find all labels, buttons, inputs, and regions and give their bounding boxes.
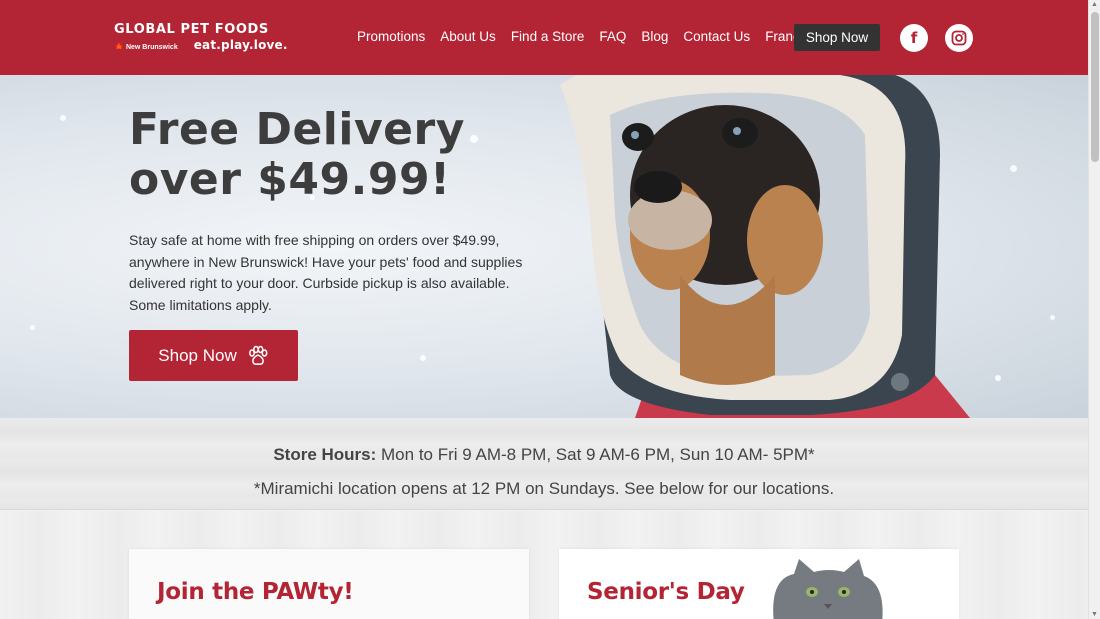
store-hours-label: Store Hours: <box>273 445 377 464</box>
store-hours: Store Hours: Mon to Fri 9 AM-8 PM, Sat 9… <box>0 445 1088 465</box>
site-header: GLOBAL PET FOODS 🍁 New Brunswick eat.pla… <box>0 0 1088 75</box>
snowflake <box>1010 165 1017 172</box>
hero-body: Stay safe at home with free shipping on … <box>129 232 523 313</box>
dog-photo <box>560 75 970 418</box>
scroll-up-arrow-icon[interactable]: ▲ <box>1091 1 1098 8</box>
hero-title-line2: over $49.99! <box>129 154 451 205</box>
cat-photo <box>773 559 883 619</box>
facebook-glyph: f <box>910 29 918 47</box>
snowflake <box>1050 315 1055 320</box>
hero-title: Free Delivery over $49.99! <box>129 105 465 205</box>
promo-card-seniors-day[interactable]: Senior's Day <box>559 549 959 619</box>
hero-shop-now-button[interactable]: Shop Now <box>129 330 298 381</box>
promo-card-title: Senior's Day <box>587 579 745 605</box>
store-hours-band: Store Hours: Mon to Fri 9 AM-8 PM, Sat 9… <box>0 418 1088 510</box>
facebook-icon[interactable]: f <box>900 24 928 52</box>
page-scrollbar[interactable]: ▲ ▼ <box>1088 0 1100 619</box>
instagram-glyph <box>951 30 967 46</box>
paw-icon <box>247 345 269 367</box>
snowflake <box>30 325 35 330</box>
main-nav: Promotions About Us Find a Store FAQ Blo… <box>357 29 832 44</box>
hero-banner: Free Delivery over $49.99! Stay safe at … <box>0 75 1088 418</box>
snowflake <box>420 355 426 361</box>
logo[interactable]: GLOBAL PET FOODS 🍁 New Brunswick eat.pla… <box>114 22 288 52</box>
maple-leaf-icon: 🍁 <box>114 42 124 51</box>
instagram-icon[interactable] <box>945 24 973 52</box>
scrollbar-thumb[interactable] <box>1091 12 1099 162</box>
logo-brand: GLOBAL PET FOODS <box>114 22 269 37</box>
nav-find-a-store[interactable]: Find a Store <box>511 29 585 44</box>
logo-region: New Brunswick <box>125 44 178 51</box>
nav-blog[interactable]: Blog <box>641 29 668 44</box>
snowflake <box>470 135 478 143</box>
nav-faq[interactable]: FAQ <box>599 29 626 44</box>
nav-contact-us[interactable]: Contact Us <box>683 29 750 44</box>
logo-tagline: eat.play.love. <box>193 38 288 52</box>
snowflake <box>995 375 1001 381</box>
nav-about-us[interactable]: About Us <box>440 29 496 44</box>
promo-card-pawty[interactable]: Join the PAWty! <box>129 549 529 619</box>
snowflake <box>60 115 66 121</box>
promo-card-title: Join the PAWty! <box>157 579 354 605</box>
hero-title-line1: Free Delivery <box>129 104 465 155</box>
hero-button-label: Shop Now <box>158 345 237 365</box>
store-hours-text: Mon to Fri 9 AM-8 PM, Sat 9 AM-6 PM, Sun… <box>376 445 815 464</box>
header-shop-now-button[interactable]: Shop Now <box>794 24 880 51</box>
nav-promotions[interactable]: Promotions <box>357 29 425 44</box>
scroll-down-arrow-icon[interactable]: ▼ <box>1091 611 1098 618</box>
store-hours-note: *Miramichi location opens at 12 PM on Su… <box>253 479 835 498</box>
